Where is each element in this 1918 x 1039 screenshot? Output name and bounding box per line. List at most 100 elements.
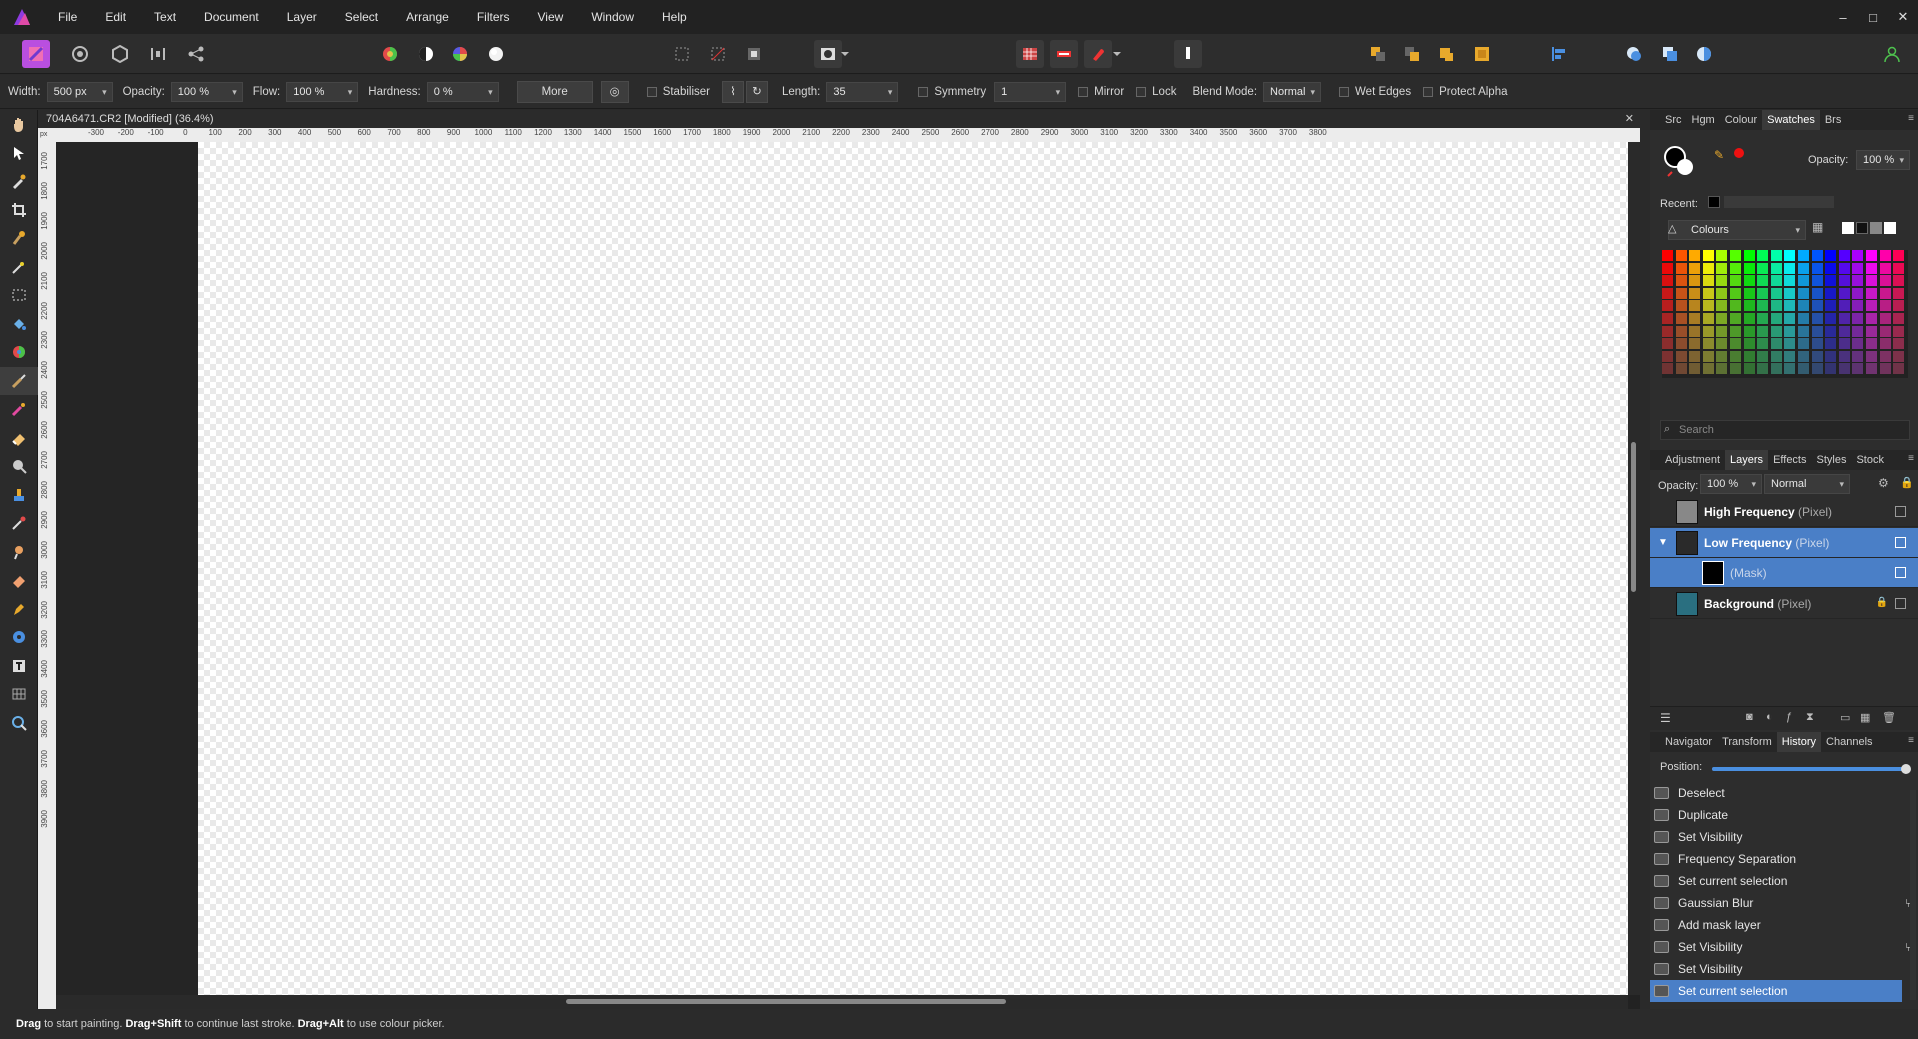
colour-swatch[interactable] xyxy=(1662,350,1673,362)
colour-swatch[interactable] xyxy=(1811,262,1823,274)
colour-swatch[interactable] xyxy=(1825,275,1837,287)
vertical-scrollbar[interactable] xyxy=(1628,142,1640,995)
colour-swatch[interactable] xyxy=(1798,287,1809,299)
layer-settings-gear-icon[interactable]: ⚙ xyxy=(1878,476,1889,490)
colour-swatch[interactable] xyxy=(1852,287,1864,299)
colour-swatch[interactable] xyxy=(1702,275,1714,287)
colour-swatch[interactable] xyxy=(1798,250,1809,261)
colour-swatch[interactable] xyxy=(1811,313,1823,324)
smudge-brush-tool-icon[interactable] xyxy=(0,538,38,567)
colour-swatch[interactable] xyxy=(1866,262,1877,274)
colour-swatch[interactable] xyxy=(1675,262,1687,274)
colour-swatch[interactable] xyxy=(1662,363,1673,375)
alignment-icon[interactable] xyxy=(1544,40,1572,68)
history-item[interactable]: Add mask layer xyxy=(1650,914,1902,936)
rope-mode-icon[interactable]: ⌇ xyxy=(722,80,744,103)
colour-swatch[interactable] xyxy=(1702,287,1714,299)
colour-swatch[interactable] xyxy=(1879,275,1891,287)
colour-swatch[interactable] xyxy=(1716,338,1728,350)
colour-swatch[interactable] xyxy=(1743,287,1755,299)
flood-select-tool-icon[interactable] xyxy=(0,253,38,282)
colour-swatch[interactable] xyxy=(1879,287,1891,299)
colour-swatch[interactable] xyxy=(1852,275,1864,287)
add-live-filter-icon[interactable]: ⧗ xyxy=(1806,711,1814,724)
erase-brush-tool-icon[interactable] xyxy=(0,424,38,453)
tab-channels[interactable]: Channels xyxy=(1821,732,1877,752)
colour-swatch[interactable] xyxy=(1689,363,1701,375)
colour-swatch[interactable] xyxy=(1879,350,1891,362)
arrange-front-icon[interactable] xyxy=(1468,40,1496,68)
colour-swatch[interactable] xyxy=(1838,300,1850,312)
colour-swatch[interactable] xyxy=(1702,363,1714,375)
history-item[interactable]: Set Visibility xyxy=(1650,826,1902,848)
colour-swatch[interactable] xyxy=(1825,287,1837,299)
colour-swatch[interactable] xyxy=(1879,262,1891,274)
colour-swatch[interactable] xyxy=(1662,275,1673,287)
colour-swatch[interactable] xyxy=(1893,300,1905,312)
colour-swatch[interactable] xyxy=(1798,275,1809,287)
quick-mask-dropdown-icon[interactable] xyxy=(838,40,852,68)
document-tab[interactable]: 704A6471.CR2 [Modified] (36.4%) ✕ xyxy=(38,110,1640,128)
colour-picker-icon[interactable]: ✎ xyxy=(1714,148,1724,162)
colour-swatch[interactable] xyxy=(1689,262,1701,274)
colour-swatch[interactable] xyxy=(1675,313,1687,324)
colour-swatch[interactable] xyxy=(1702,262,1714,274)
mesh-warp-tool-icon[interactable] xyxy=(0,680,38,709)
colour-swatch[interactable] xyxy=(1662,262,1673,274)
tab-hgm[interactable]: Hgm xyxy=(1687,110,1720,130)
colour-swatch[interactable] xyxy=(1730,313,1741,324)
colour-swatch[interactable] xyxy=(1825,262,1837,274)
colour-swatch[interactable] xyxy=(1879,338,1891,350)
colour-swatch[interactable] xyxy=(1757,350,1769,362)
colour-swatch[interactable] xyxy=(1757,313,1769,324)
colour-swatch[interactable] xyxy=(1838,313,1850,324)
colour-swatch[interactable] xyxy=(1675,250,1687,261)
layer-blend-select[interactable]: Normal xyxy=(1764,474,1850,494)
menu-window[interactable]: Window xyxy=(577,0,648,34)
colour-swatch[interactable] xyxy=(1716,313,1728,324)
colour-swatch[interactable] xyxy=(1879,300,1891,312)
colour-swatch[interactable] xyxy=(1675,300,1687,312)
colour-swatch[interactable] xyxy=(1784,313,1796,324)
colour-swatch[interactable] xyxy=(1893,262,1905,274)
palette-select[interactable]: Colours xyxy=(1668,220,1806,240)
colour-swatch[interactable] xyxy=(1852,250,1864,261)
colour-swatch[interactable] xyxy=(1730,363,1741,375)
history-item[interactable]: Set Visibility xyxy=(1650,958,1902,980)
menu-edit[interactable]: Edit xyxy=(91,0,140,34)
invert-selection-icon[interactable] xyxy=(740,40,768,68)
panel-menu-icon[interactable]: ≡ xyxy=(1908,113,1914,124)
colour-swatch[interactable] xyxy=(1879,363,1891,375)
layer-row-high-frequency[interactable]: High Frequency (Pixel) xyxy=(1650,497,1918,527)
colour-swatch[interactable] xyxy=(1798,350,1809,362)
colour-swatch[interactable] xyxy=(1866,350,1877,362)
menu-select[interactable]: Select xyxy=(331,0,392,34)
layer-lock-icon[interactable]: 🔒 xyxy=(1900,476,1914,489)
colour-swatch[interactable] xyxy=(1743,275,1755,287)
selection-brush-tool-icon[interactable] xyxy=(0,224,38,253)
colour-swatch[interactable] xyxy=(1730,287,1741,299)
colour-swatch[interactable] xyxy=(1716,262,1728,274)
export-persona-icon[interactable] xyxy=(182,40,210,68)
colour-swatch[interactable] xyxy=(1893,325,1905,337)
zoom-tool-icon[interactable] xyxy=(0,709,38,738)
crop-tool-icon[interactable] xyxy=(0,196,38,225)
tab-navigator[interactable]: Navigator xyxy=(1660,732,1717,752)
colour-swatch[interactable] xyxy=(1852,262,1864,274)
colour-swatch[interactable] xyxy=(1852,300,1864,312)
menu-arrange[interactable]: Arrange xyxy=(392,0,463,34)
auto-contrast-icon[interactable] xyxy=(412,40,440,68)
add-mask-icon[interactable]: ◙ xyxy=(1746,711,1753,723)
colour-swatch[interactable] xyxy=(1784,275,1796,287)
grid-snapping-icon[interactable] xyxy=(1016,40,1044,68)
colour-swatch[interactable] xyxy=(1838,338,1850,350)
colour-swatch[interactable] xyxy=(1743,325,1755,337)
lock-checkbox[interactable] xyxy=(1136,86,1147,97)
horizontal-scroll-thumb[interactable] xyxy=(566,999,1006,1004)
none-swatch-icon[interactable] xyxy=(1842,222,1854,234)
gradient-tool-icon[interactable] xyxy=(0,338,38,367)
colour-swatch[interactable] xyxy=(1825,338,1837,350)
menu-help[interactable]: Help xyxy=(648,0,701,34)
colour-swatch[interactable] xyxy=(1702,338,1714,350)
colour-swatch[interactable] xyxy=(1743,338,1755,350)
